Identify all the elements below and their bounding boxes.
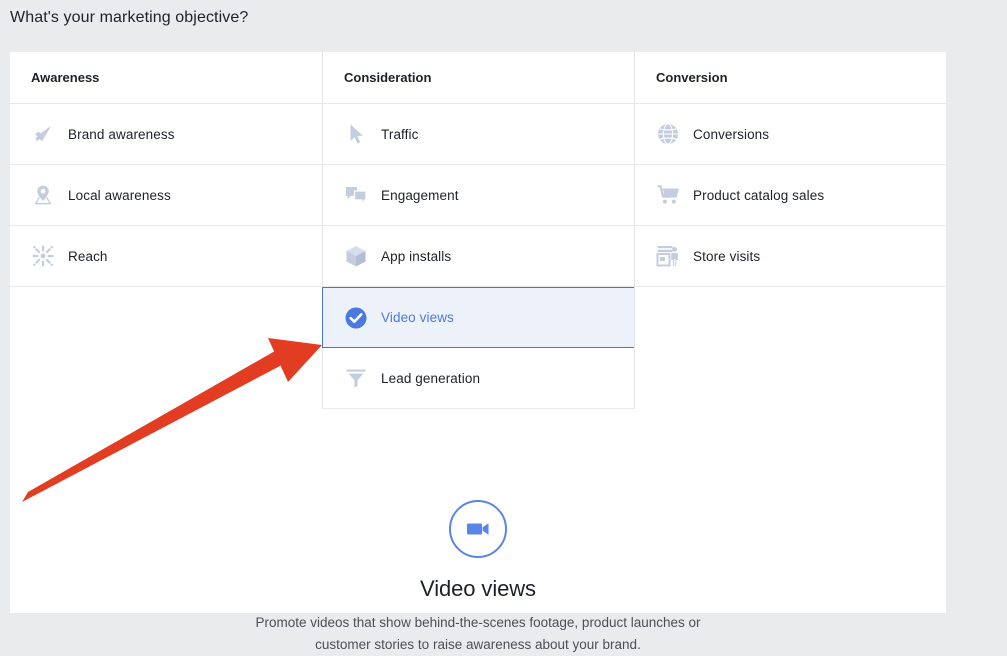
objective-table: Awareness Brand awareness Local awarenes…: [10, 52, 946, 409]
objective-item-conversions[interactable]: Conversions: [635, 104, 946, 165]
objective-item-label: Video views: [381, 310, 454, 325]
objective-item-label: Lead generation: [381, 370, 481, 386]
objective-item-label: Brand awareness: [68, 126, 175, 142]
globe-icon: [655, 121, 681, 147]
column-header-consideration: Consideration: [323, 52, 634, 104]
video-camera-icon: [449, 500, 507, 558]
objective-item-product-catalog-sales[interactable]: Product catalog sales: [635, 165, 946, 226]
cursor-arrow-icon: [343, 121, 369, 147]
objective-item-label: Conversions: [693, 126, 770, 142]
map-pin-icon: [30, 182, 56, 208]
objective-item-label: Engagement: [381, 187, 459, 203]
objective-item-store-visits[interactable]: Store visits: [635, 226, 946, 287]
objective-detail: Video views Promote videos that show beh…: [10, 472, 946, 656]
objective-panel: Awareness Brand awareness Local awarenes…: [10, 52, 946, 652]
funnel-icon: [343, 365, 369, 391]
objective-item-engagement[interactable]: Engagement: [323, 165, 634, 226]
detail-title: Video views: [420, 576, 536, 601]
objective-item-app-installs[interactable]: App installs: [323, 226, 634, 287]
cube-box-icon: [343, 243, 369, 269]
reach-burst-icon: [30, 243, 56, 269]
objective-item-video-views[interactable]: Video views: [322, 287, 635, 348]
objective-item-lead-generation[interactable]: Lead generation: [323, 348, 634, 409]
objective-column-consideration: Consideration Traffic Engagement App ins…: [322, 52, 635, 409]
objective-item-label: Store visits: [693, 248, 761, 264]
objective-item-brand-awareness[interactable]: Brand awareness: [10, 104, 322, 165]
column-header-awareness: Awareness: [10, 52, 322, 104]
objective-item-reach[interactable]: Reach: [10, 226, 322, 287]
shopping-cart-icon: [655, 182, 681, 208]
objective-column-conversion: Conversion Conversions Product catalog s…: [634, 52, 946, 409]
detail-description: Promote videos that show behind-the-scen…: [255, 615, 701, 652]
objective-column-awareness: Awareness Brand awareness Local awarenes…: [10, 52, 322, 409]
column-header-conversion: Conversion: [635, 52, 946, 104]
objective-item-label: App installs: [381, 248, 452, 264]
objective-item-label: Traffic: [381, 126, 419, 142]
objective-item-label: Local awareness: [68, 187, 171, 203]
storefront-icon: [655, 243, 681, 269]
page-title: What's your marketing objective?: [10, 9, 249, 26]
speech-bubbles-icon: [343, 182, 369, 208]
objective-item-local-awareness[interactable]: Local awareness: [10, 165, 322, 226]
objective-item-traffic[interactable]: Traffic: [323, 104, 634, 165]
objective-item-label: Product catalog sales: [693, 187, 825, 203]
objective-item-label: Reach: [68, 248, 108, 264]
megaphone-icon: [30, 121, 56, 147]
check-circle-icon: [343, 305, 369, 331]
